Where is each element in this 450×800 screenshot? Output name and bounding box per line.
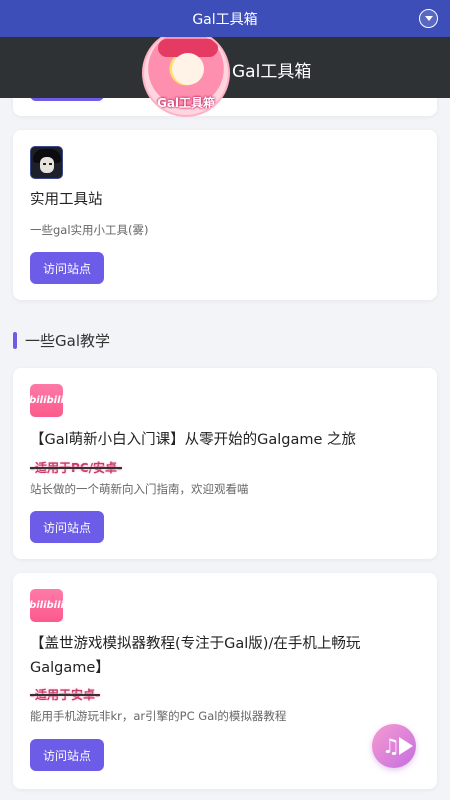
music-note-icon: ♫ xyxy=(382,734,400,758)
section-accent-bar xyxy=(13,331,17,349)
logo-text: Gal工具箱 xyxy=(156,96,216,110)
card-title: 实用工具站 xyxy=(30,192,103,208)
play-icon xyxy=(399,737,413,755)
bilibili-icon-text: bilibili xyxy=(30,395,63,406)
section-heading: 一些Gal教学 xyxy=(13,330,110,350)
section-heading-text: 一些Gal教学 xyxy=(25,331,110,350)
header-title: Gal工具箱 xyxy=(232,62,312,82)
logo-face xyxy=(172,53,204,85)
card-description: 站长做的一个萌新向入门指南，欢迎观看喵 xyxy=(30,482,249,496)
bilibili-icon: bilibili xyxy=(30,589,63,622)
bilibili-icon-text: bilibili xyxy=(30,600,63,611)
visit-site-button[interactable]: 访问站点 xyxy=(30,252,104,284)
tutorial-card: bilibili 【盖世游戏模拟器教程(专注于Gal版)/在手机上畅玩Galga… xyxy=(13,573,437,789)
bilibili-icon: bilibili xyxy=(30,384,63,417)
music-player-button[interactable]: ♫ xyxy=(372,724,416,768)
visit-site-button[interactable]: 访问站点 xyxy=(30,511,104,543)
avatar-icon xyxy=(30,146,63,179)
card-title: 【Gal萌新小白入门课】从零开始的Galgame 之旅 xyxy=(30,432,357,448)
site-header: Gal工具箱 Gal工具箱 xyxy=(0,29,450,117)
platform-tag: -适用于安卓- xyxy=(30,688,100,702)
site-card: 实用工具站 一些gal实用小工具(雾) 访问站点 xyxy=(13,130,437,300)
site-logo[interactable]: Gal工具箱 xyxy=(142,29,230,117)
platform-tag: -适用于PC/安卓- xyxy=(30,461,122,475)
tutorial-card: bilibili 【Gal萌新小白入门课】从零开始的Galgame 之旅 -适用… xyxy=(13,368,437,559)
topbar-title: Gal工具箱 xyxy=(192,11,258,28)
card-description: 一些gal实用小工具(雾) xyxy=(30,223,149,237)
chevron-down-icon[interactable] xyxy=(419,9,438,28)
visit-site-button[interactable]: 访问站点 xyxy=(30,739,104,771)
card-description: 能用手机游玩非kr，ar引擎的PC Gal的模拟器教程 xyxy=(30,709,287,723)
top-bar: Gal工具箱 xyxy=(0,0,450,37)
card-title: 【盖世游戏模拟器教程(专注于Gal版)/在手机上畅玩Galgame】 xyxy=(30,636,361,676)
